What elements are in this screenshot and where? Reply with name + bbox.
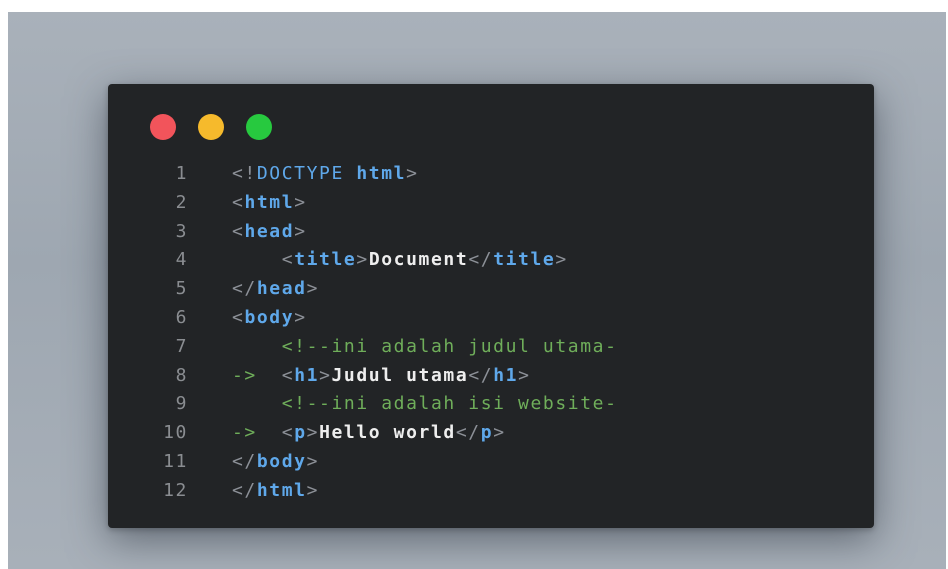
code-line: 10 -> <p>Hello world</p> bbox=[108, 419, 874, 448]
line-code: </html> bbox=[232, 477, 319, 506]
minimize-window-button[interactable] bbox=[198, 114, 224, 140]
code-token-punct: > bbox=[493, 422, 506, 444]
code-token-punct: </ bbox=[232, 278, 257, 300]
code-token-tag: p bbox=[480, 422, 494, 444]
code-token-comment: -> bbox=[232, 422, 257, 444]
code-token-tag: html bbox=[256, 479, 307, 501]
code-token-tag: html bbox=[356, 163, 407, 184]
line-code: <!--ini adalah isi website- bbox=[232, 390, 618, 419]
code-token-punct: > bbox=[294, 191, 307, 213]
line-number: 9 bbox=[175, 393, 188, 415]
line-number: 1 bbox=[175, 163, 188, 184]
code-line: 1 <!DOCTYPE html> bbox=[108, 160, 874, 189]
code-token-punct: > bbox=[306, 278, 320, 300]
code-line: 7 <!--ini adalah judul utama- bbox=[108, 333, 874, 362]
code-line: 2 <html> bbox=[108, 189, 874, 218]
code-token-tag: body bbox=[244, 306, 295, 328]
screenshot-backdrop: 1 <!DOCTYPE html> 2 <html> 3 <head> 4 <title>D… bbox=[8, 12, 946, 569]
code-token-tag: title bbox=[294, 249, 357, 271]
line-number: 10 bbox=[163, 422, 188, 444]
code-token-tag: body bbox=[256, 450, 307, 472]
line-code: <title>Document</title> bbox=[232, 246, 568, 275]
code-token-tag: title bbox=[493, 249, 556, 271]
code-token-punct: <! bbox=[232, 163, 257, 184]
line-number: 7 bbox=[175, 335, 188, 357]
code-token-text: Document bbox=[368, 249, 469, 271]
close-window-button[interactable] bbox=[150, 114, 176, 140]
code-token-comment: <!--ini adalah judul utama- bbox=[281, 335, 618, 357]
code-line: 3 <head> bbox=[108, 218, 874, 247]
code-token-punct: </ bbox=[468, 249, 494, 271]
code-line: 12 </html> bbox=[108, 477, 874, 506]
code-token-punct: < bbox=[232, 306, 245, 328]
code-token-punct: < bbox=[281, 364, 295, 386]
code-line: 6 <body> bbox=[108, 304, 874, 333]
code-line: 4 <title>Document</title> bbox=[108, 246, 874, 275]
line-code: <!--ini adalah judul utama- bbox=[232, 333, 618, 362]
code-token-tag: html bbox=[244, 191, 295, 213]
line-number: 6 bbox=[175, 306, 188, 328]
code-token-text: Hello world bbox=[319, 422, 456, 444]
code-token-punct: < bbox=[281, 422, 295, 444]
line-code: -> <p>Hello world</p> bbox=[232, 419, 506, 448]
line-number: 2 bbox=[175, 191, 188, 213]
code-token-punct: > bbox=[319, 364, 332, 386]
code-token-punct: < bbox=[232, 191, 245, 213]
code-token-punct: > bbox=[294, 220, 307, 242]
window-controls bbox=[150, 114, 272, 140]
code-line: 9 <!--ini adalah isi website- bbox=[108, 390, 874, 419]
code-block: 1 <!DOCTYPE html> 2 <html> 3 <head> 4 <title>D… bbox=[108, 160, 874, 506]
code-token-punct: > bbox=[406, 163, 419, 184]
code-token-comment: <!--ini adalah isi website- bbox=[281, 393, 618, 415]
code-token-tag: head bbox=[256, 278, 307, 300]
code-token-punct: </ bbox=[455, 422, 481, 444]
line-number: 5 bbox=[175, 278, 188, 300]
code-token-punct: > bbox=[518, 364, 531, 386]
code-token-punct: > bbox=[306, 422, 320, 444]
code-token-punct: </ bbox=[232, 450, 257, 472]
line-code: <body> bbox=[232, 304, 307, 333]
code-token-punct: > bbox=[294, 306, 307, 328]
code-token-tag: h1 bbox=[493, 364, 519, 386]
line-code: </body> bbox=[232, 448, 319, 477]
code-editor-window: 1 <!DOCTYPE html> 2 <html> 3 <head> 4 <title>D… bbox=[108, 84, 874, 528]
line-number: 8 bbox=[175, 364, 188, 386]
code-token-punct: > bbox=[306, 479, 320, 501]
maximize-window-button[interactable] bbox=[246, 114, 272, 140]
code-token-doctype: DOCTYPE bbox=[256, 163, 357, 184]
line-code: <html> bbox=[232, 189, 307, 218]
code-token-tag: p bbox=[294, 422, 307, 444]
code-token-tag: head bbox=[244, 220, 295, 242]
code-token-punct: > bbox=[555, 249, 568, 271]
code-line: 5 </head> bbox=[108, 275, 874, 304]
code-line: 11 </body> bbox=[108, 448, 874, 477]
code-token-tag: h1 bbox=[294, 364, 320, 386]
line-code: -> <h1>Judul utama</h1> bbox=[232, 362, 531, 391]
code-token-punct: < bbox=[232, 220, 245, 242]
code-token-punct: </ bbox=[468, 364, 494, 386]
code-token-punct: < bbox=[281, 249, 295, 271]
line-number: 3 bbox=[175, 220, 188, 242]
line-code: </head> bbox=[232, 275, 319, 304]
line-code: <!DOCTYPE html> bbox=[232, 160, 419, 189]
code-line: 8 -> <h1>Judul utama</h1> bbox=[108, 362, 874, 391]
code-token-punct: > bbox=[356, 249, 369, 271]
code-token-punct: </ bbox=[232, 479, 257, 501]
code-token-punct: > bbox=[306, 450, 320, 472]
line-number: 4 bbox=[175, 249, 188, 271]
line-number: 12 bbox=[163, 479, 188, 501]
line-code: <head> bbox=[232, 218, 307, 247]
code-token-comment: -> bbox=[232, 364, 257, 386]
line-number: 11 bbox=[163, 450, 188, 472]
code-token-text: Judul utama bbox=[331, 364, 469, 386]
